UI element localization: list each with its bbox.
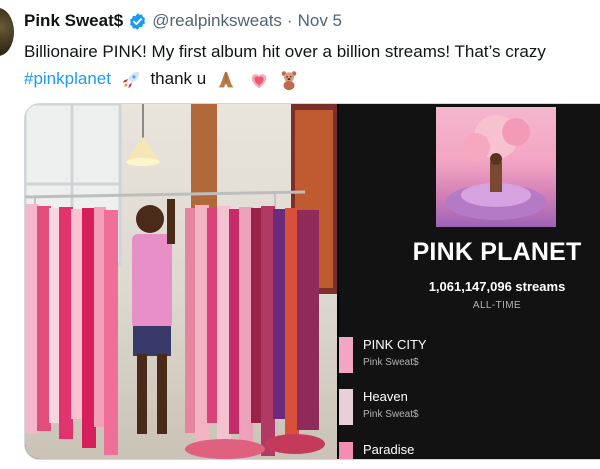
track-row[interactable]: PINK CITY Pink Sweat$: [339, 337, 600, 381]
track-row[interactable]: Heaven Pink Sweat$: [339, 389, 600, 433]
spotify-panel[interactable]: PINK PLANET 1,061,147,096 streams ALL-TI…: [339, 104, 600, 459]
photo-scene: [25, 104, 337, 459]
album-title: PINK PLANET: [412, 238, 582, 266]
track-thumbnail: [339, 337, 353, 373]
user-handle[interactable]: @realpinksweats: [152, 11, 282, 31]
stream-period: ALL-TIME: [472, 300, 522, 311]
teddy-bear-emoji-icon: [282, 70, 297, 90]
track-title: Heaven: [363, 389, 408, 404]
tweet-header: Pink Sweat$ @realpinksweats · Nov 5: [24, 9, 342, 33]
track-artist: Pink Sweat$: [363, 357, 419, 368]
verified-badge-icon: [130, 12, 146, 30]
rocket-emoji-icon: [122, 71, 139, 88]
separator-dot: ·: [286, 11, 293, 30]
track-thumbnail: [339, 442, 353, 459]
stream-count: 1,061,147,096 streams: [428, 279, 566, 294]
album-art: [446, 115, 546, 220]
tweet-media[interactable]: PINK PLANET 1,061,147,096 streams ALL-TI…: [24, 103, 600, 460]
track-row[interactable]: Paradise: [339, 442, 600, 459]
tweet-date[interactable]: Nov 5: [298, 11, 342, 31]
tweet-text-line1: Billionaire PINK! My first album hit ove…: [24, 42, 546, 61]
sparkling-heart-emoji-icon: [251, 73, 267, 88]
track-title: Paradise: [363, 442, 415, 457]
track-thumbnail: [339, 389, 353, 425]
folded-hands-emoji-icon: [218, 71, 234, 87]
tweet-text: Billionaire PINK! My first album hit ove…: [24, 38, 600, 92]
tweet-text-line2: #pinkplanet thank u: [24, 65, 600, 92]
tweet-text-thanks: thank u: [150, 69, 207, 88]
photo-clothing-rack[interactable]: [25, 104, 337, 459]
track-artist: Pink Sweat$: [363, 409, 419, 420]
display-name[interactable]: Pink Sweat$: [24, 11, 123, 31]
hashtag-link[interactable]: #pinkplanet: [24, 69, 111, 88]
album-cover-image[interactable]: [436, 107, 556, 227]
avatar[interactable]: [0, 8, 14, 56]
track-title: PINK CITY: [363, 337, 427, 352]
